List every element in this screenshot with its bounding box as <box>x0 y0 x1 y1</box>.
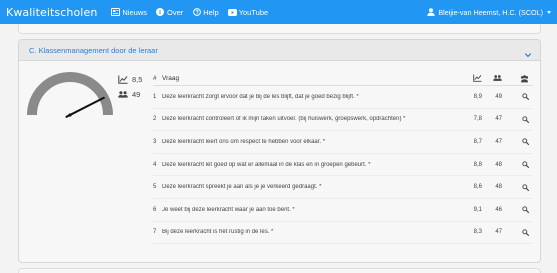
user-icon <box>427 8 436 16</box>
table-row: 6 Je weet bij deze leerkracht waar je aan… <box>153 199 533 222</box>
user-name: Bleijie-van Heemst, H.C. (SCOL) <box>438 7 543 17</box>
search-icon <box>522 138 529 146</box>
table-row: 7 Bij deze leerkracht is het rustig in de… <box>153 222 533 245</box>
column-header-score[interactable] <box>467 74 482 84</box>
zoom-button[interactable] <box>502 138 529 146</box>
average-score-value: 8,5 <box>132 75 143 84</box>
question-respondents: 48 <box>495 184 502 191</box>
respondent-count-value: 49 <box>132 90 141 99</box>
chevron-down-icon[interactable] <box>524 46 532 58</box>
score-gauge <box>27 72 113 118</box>
question-text: Deze leerkracht let goed op wat er allem… <box>162 161 371 168</box>
gauge-needle <box>65 96 105 118</box>
users-icon <box>493 74 502 82</box>
nav-link-nieuws[interactable]: Nieuws <box>111 8 147 17</box>
chart-line-icon <box>473 74 482 82</box>
search-icon <box>522 93 529 101</box>
table-row: 5 Deze leerkracht spreekt je aan als je j… <box>153 176 533 199</box>
caret-down-icon <box>547 10 551 14</box>
help-icon <box>192 8 201 16</box>
search-icon <box>522 161 529 169</box>
question-score: 8,8 <box>473 161 482 168</box>
column-header-question[interactable]: Vraag <box>162 75 467 82</box>
nav-link-youtube[interactable]: YouTube <box>227 7 269 17</box>
question-text: Je weet bij deze leerkracht waar je aan … <box>162 206 295 213</box>
search-icon <box>522 184 529 191</box>
question-number: 5 <box>153 184 157 191</box>
nav-link-label: Over <box>166 7 184 17</box>
search-icon <box>522 116 529 123</box>
next-section-card <box>18 268 541 273</box>
column-header-respondents[interactable] <box>482 74 502 84</box>
column-header-number: # <box>153 75 157 82</box>
zoom-button[interactable] <box>502 184 529 191</box>
question-score: 9,1 <box>473 206 482 213</box>
table-row: 1 Deze leerkracht zorgt ervoor dat je bij… <box>153 86 533 109</box>
info-icon <box>156 8 165 16</box>
question-text: Deze leerkracht spreekt je aan als je je… <box>162 184 322 191</box>
chart-line-icon <box>118 75 128 84</box>
section-card: C. Klassenmanagement door de leraar 8,5 … <box>18 39 541 263</box>
table-row: 3 Deze leerkracht leert ons om respect te… <box>153 131 533 154</box>
question-number: 2 <box>153 116 157 123</box>
users-icon <box>118 90 128 99</box>
question-text: Deze leerkracht leert ons om respect te … <box>162 138 326 145</box>
table-row: 2 Deze leerkracht controleert of ik mijn … <box>153 109 533 132</box>
question-number: 4 <box>153 161 157 168</box>
respondent-count: 49 <box>118 90 140 99</box>
zoom-button[interactable] <box>502 161 529 169</box>
table-header: # Vraag <box>153 72 533 86</box>
table-row: 4 Deze leerkracht let goed op wat er alle… <box>153 154 533 177</box>
previous-section-card <box>18 24 541 34</box>
question-respondents: 47 <box>495 229 502 236</box>
nav-link-label: YouTube <box>238 7 269 17</box>
groups-icon <box>520 74 529 83</box>
question-score: 8,3 <box>473 229 482 236</box>
average-score: 8,5 <box>118 75 142 84</box>
question-score: 8,6 <box>473 184 482 191</box>
question-respondents: 48 <box>495 161 502 168</box>
section-title: C. Klassenmanagement door de leraar <box>29 45 158 55</box>
question-respondents: 47 <box>495 138 502 145</box>
brand-link[interactable]: Kwaliteitscholen <box>0 6 97 19</box>
newspaper-icon <box>111 8 121 16</box>
question-table: # Vraag 1 Deze leerkracht zorgt ervoor da… <box>153 72 533 245</box>
search-icon <box>522 206 529 214</box>
question-text: Deze leerkracht controleert of ik mijn t… <box>162 116 406 123</box>
zoom-button[interactable] <box>502 229 529 236</box>
question-number: 7 <box>153 229 157 236</box>
question-respondents: 47 <box>495 116 502 123</box>
question-score: 7,8 <box>473 116 482 123</box>
question-score: 8,9 <box>473 93 482 100</box>
question-respondents: 46 <box>495 206 502 213</box>
youtube-icon <box>227 8 237 16</box>
question-text: Bij deze leerkracht is het rustig in de … <box>162 229 274 236</box>
nav-link-help[interactable]: Help <box>192 7 219 17</box>
gauge-hub <box>68 113 72 117</box>
nav-link-label: Help <box>203 7 219 17</box>
navbar: Kwaliteitscholen Nieuws Over Help YouTub… <box>0 0 557 24</box>
question-number: 6 <box>153 206 157 213</box>
question-number: 1 <box>153 93 157 100</box>
question-respondents: 49 <box>495 93 502 100</box>
section-header[interactable]: C. Klassenmanagement door de leraar <box>19 40 540 61</box>
search-icon <box>522 229 529 236</box>
zoom-button[interactable] <box>502 116 529 123</box>
nav-link-over[interactable]: Over <box>156 8 183 17</box>
column-header-groups[interactable] <box>502 74 529 83</box>
user-menu[interactable]: Bleijie-van Heemst, H.C. (SCOL) <box>427 0 551 24</box>
question-score: 8,7 <box>473 138 482 145</box>
zoom-button[interactable] <box>502 206 529 214</box>
question-text: Deze leerkracht zorgt ervoor dat je bij … <box>162 93 359 100</box>
question-number: 3 <box>153 138 157 145</box>
zoom-button[interactable] <box>502 93 529 101</box>
nav-link-label: Nieuws <box>122 7 147 17</box>
